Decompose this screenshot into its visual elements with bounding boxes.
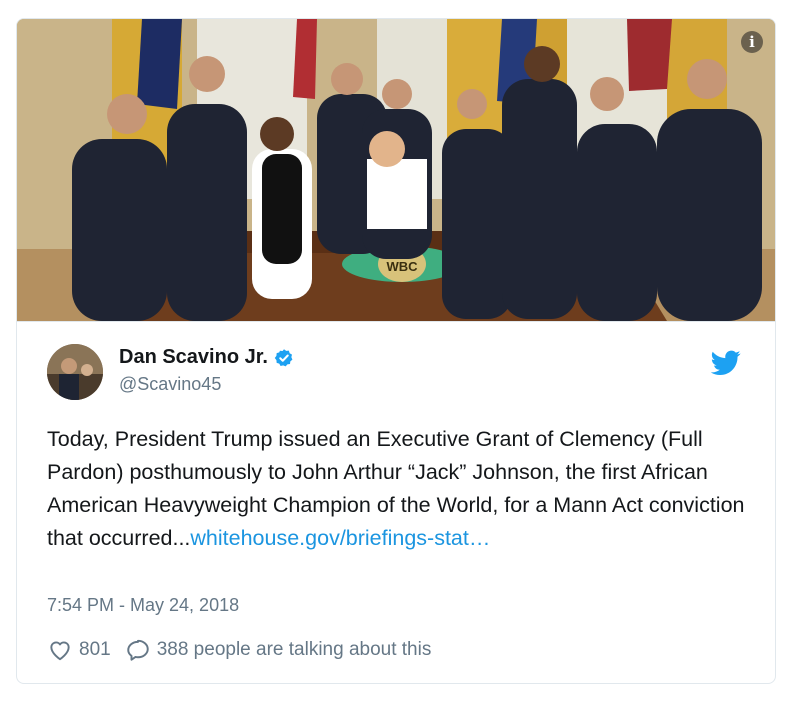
oval-office-photo: WBC: [17, 19, 775, 321]
avatar-image: [47, 344, 103, 400]
tweet-header: Dan Scavino Jr. @Scavino45: [47, 344, 745, 400]
author-display-name[interactable]: Dan Scavino Jr.: [119, 346, 268, 369]
speech-bubble-icon: [126, 639, 149, 661]
tweet-actions: 801 388 people are talking about this: [47, 637, 431, 663]
tweet-timestamp[interactable]: 7:54 PM - May 24, 2018: [47, 595, 239, 616]
tweet-photo[interactable]: WBC i: [17, 19, 775, 322]
name-row: Dan Scavino Jr.: [119, 346, 294, 369]
info-icon[interactable]: i: [741, 31, 763, 53]
like-button[interactable]: 801: [47, 637, 111, 663]
like-count: 801: [79, 639, 111, 660]
tweet-card[interactable]: WBC i Dan Scavino Jr. @Scavino45 Today, …: [16, 18, 776, 684]
tweet-body: Today, President Trump issued an Executi…: [47, 423, 757, 555]
avatar[interactable]: [47, 344, 103, 400]
tweet-link[interactable]: whitehouse.gov/briefings-stat…: [190, 526, 490, 550]
verified-badge-icon: [274, 348, 293, 366]
author-handle[interactable]: @Scavino45: [119, 374, 221, 395]
talking-link[interactable]: 388 people are talking about this: [125, 637, 432, 663]
belt-text: WBC: [386, 259, 418, 274]
twitter-bird-icon[interactable]: [711, 350, 741, 376]
talking-count-text: 388 people are talking about this: [156, 639, 432, 660]
heart-icon: [50, 641, 70, 661]
